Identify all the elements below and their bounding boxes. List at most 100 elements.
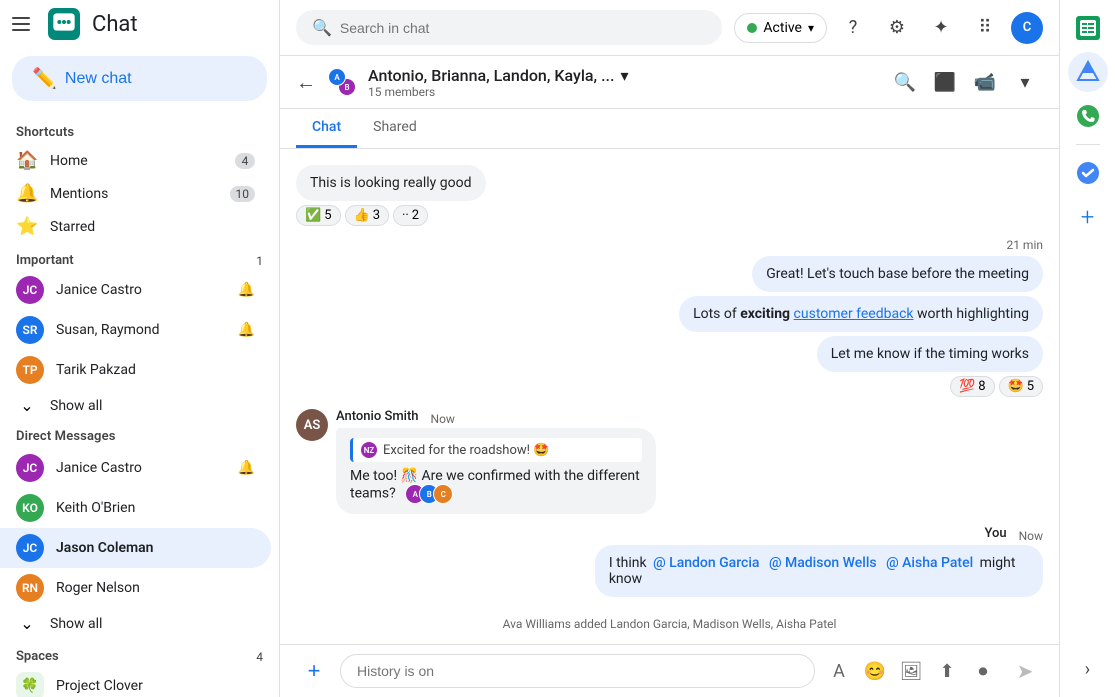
sidebar-expand-icon[interactable]: › [1068, 649, 1108, 689]
add-button[interactable]: + [296, 653, 332, 689]
sidebar-add-icon[interactable]: + [1068, 197, 1108, 237]
sidebar-tasks-icon[interactable] [1068, 153, 1108, 193]
sidebar-item-jason[interactable]: JC Jason Coleman [0, 528, 271, 568]
susan-raymond-label: Susan, Raymond [56, 322, 226, 338]
reaction-thumbsup[interactable]: 👍 3 [345, 205, 390, 226]
search-input[interactable] [340, 20, 706, 36]
avatar-jason: JC [16, 534, 44, 562]
msg-2-bubble-2: Lots of exciting customer feedback worth… [679, 296, 1043, 332]
system-message-1: Ava Williams added Landon Garcia, Madiso… [296, 609, 1043, 639]
msg-3-time: Now [431, 412, 455, 426]
chat-search-button[interactable]: 🔍 [887, 64, 923, 100]
msg-3-quoted: NZ Excited for the roadshow! 🤩 [350, 438, 642, 462]
chat-header-info: Antonio, Brianna, Landon, Kayla, ... ▾ 1… [368, 66, 875, 99]
status-button[interactable]: Active ▾ [734, 13, 827, 43]
emoji-button[interactable]: 😊 [859, 655, 891, 687]
status-dropdown-icon: ▾ [808, 21, 814, 35]
chat-title-text: Antonio, Brianna, Landon, Kayla, ... [368, 66, 614, 85]
sidebar-item-roger[interactable]: RN Roger Nelson [0, 568, 271, 608]
sidebar-item-susan-raymond[interactable]: SR Susan, Raymond 🔔 [0, 310, 271, 350]
customer-feedback-link[interactable]: customer feedback [794, 306, 914, 322]
back-button[interactable]: ← [296, 70, 316, 95]
sidebar-item-show-all-important[interactable]: ⌄ Show all [0, 390, 271, 421]
chat-title-dropdown-icon: ▾ [620, 66, 628, 85]
show-all-important-icon: ⌄ [16, 396, 38, 415]
mention-madison: @ Madison Wells [766, 554, 880, 572]
sidebar-drive-icon[interactable] [1068, 52, 1108, 92]
janice-important-label: Janice Castro [56, 282, 226, 298]
new-chat-button[interactable]: ✏️ New chat [12, 56, 267, 101]
sidebar-item-show-all-dm[interactable]: ⌄ Show all [0, 608, 271, 639]
reaction-100[interactable]: 💯 8 [950, 376, 995, 397]
main-content: 🔍 Active ▾ ? ⚙ ✦ ⠿ C ← A B [280, 0, 1059, 697]
msg-4-time: Now [1019, 529, 1043, 543]
message-1: This is looking really good ✅ 5 👍 3 ·· 2 [296, 165, 1043, 226]
labs-button[interactable]: ✦ [923, 10, 959, 46]
image-button[interactable]: 🖼 [895, 655, 927, 687]
home-badge: 4 [235, 153, 255, 169]
tab-shared[interactable]: Shared [357, 109, 433, 148]
roger-label: Roger Nelson [56, 580, 255, 596]
spaces-section-header: Spaces 4 [0, 639, 279, 666]
avatar-janice-important: JC [16, 276, 44, 304]
msg-2-timestamp: 21 min [1006, 238, 1043, 252]
reaction-checkmark[interactable]: ✅ 5 [296, 205, 341, 226]
mentions-badge: 10 [230, 186, 256, 202]
quoted-text: Excited for the roadshow! 🤩 [383, 443, 549, 458]
jason-label: Jason Coleman [56, 540, 255, 556]
msg-2-bubble-1: Great! Let's touch base before the meeti… [752, 256, 1043, 292]
exciting-word: exciting [740, 306, 790, 322]
msg-bubble-1: This is looking really good [296, 165, 486, 201]
chat-tabs: Chat Shared [280, 109, 1059, 149]
msg-2-bubble-3: Let me know if the timing works [817, 336, 1043, 372]
starred-icon: ⭐ [16, 216, 38, 237]
starred-label: Starred [50, 219, 255, 235]
chat-title[interactable]: Antonio, Brianna, Landon, Kayla, ... ▾ [368, 66, 875, 85]
sidebar-item-janice-dm[interactable]: JC Janice Castro 🔔 [0, 448, 271, 488]
sidebar-sheets-icon[interactable] [1068, 8, 1108, 48]
settings-button[interactable]: ⚙ [879, 10, 915, 46]
send-button[interactable]: ➤ [1007, 653, 1043, 689]
new-chat-label: New chat [65, 70, 132, 88]
upload-button[interactable]: ⬆ [931, 655, 963, 687]
sidebar-item-tarik[interactable]: TP Tarik Pakzad [0, 350, 271, 390]
help-button[interactable]: ? [835, 10, 871, 46]
sidebar-item-home[interactable]: 🏠 Home 4 [0, 144, 271, 177]
message-3: AS Antonio Smith Now NZ Excited for the … [296, 409, 1043, 514]
user-avatar[interactable]: C [1011, 12, 1043, 44]
important-badge: 1 [256, 254, 263, 268]
message-input[interactable] [340, 654, 815, 688]
avatar-keith: KO [16, 494, 44, 522]
sidebar-phone-icon[interactable] [1068, 96, 1108, 136]
sidebar-item-keith[interactable]: KO Keith O'Brien [0, 488, 271, 528]
msg-3-text: Me too! 🎊 Are we confirmed with the diff… [350, 468, 640, 502]
chat-more-button[interactable]: ▾ [1007, 64, 1043, 100]
reaction-dots[interactable]: ·· 2 [393, 205, 428, 226]
reaction-star-eyes[interactable]: 🤩 5 [999, 376, 1044, 397]
record-button[interactable]: ⏺ [967, 655, 999, 687]
msg-1-reactions: ✅ 5 👍 3 ·· 2 [296, 205, 428, 226]
topbar-right: Active ▾ ? ⚙ ✦ ⠿ C [734, 10, 1043, 46]
group-avatar: A B [328, 68, 356, 96]
chat-members: 15 members [368, 85, 875, 99]
sidebar-item-project-clover[interactable]: 🍀 Project Clover [0, 666, 271, 697]
chat-meet-button[interactable]: ⬛ [927, 64, 963, 100]
status-dot [747, 23, 757, 33]
chat-header: ← A B Antonio, Brianna, Landon, Kayla, .… [280, 56, 1059, 109]
msg-4-name-row: You Now [984, 526, 1043, 545]
sidebar-item-mentions[interactable]: 🔔 Mentions 10 [0, 177, 271, 210]
format-button[interactable]: A [823, 655, 855, 687]
hamburger-icon[interactable] [12, 12, 36, 36]
chat-video-button[interactable]: 📹 [967, 64, 1003, 100]
tab-chat[interactable]: Chat [296, 109, 357, 148]
search-icon: 🔍 [312, 18, 332, 37]
show-all-important-label: Show all [50, 398, 255, 414]
sidebar-header: Chat [0, 0, 279, 48]
apps-button[interactable]: ⠿ [967, 10, 1003, 46]
search-bar[interactable]: 🔍 [296, 10, 722, 45]
message-4: You Now I think @ Landon Garcia @ Madiso… [296, 526, 1043, 597]
message-2: 21 min Great! Let's touch base before th… [296, 238, 1043, 397]
sidebar-item-janice-important[interactable]: JC Janice Castro 🔔 [0, 270, 271, 310]
janice-dm-pin-icon: 🔔 [238, 460, 255, 476]
sidebar-item-starred[interactable]: ⭐ Starred [0, 210, 271, 243]
